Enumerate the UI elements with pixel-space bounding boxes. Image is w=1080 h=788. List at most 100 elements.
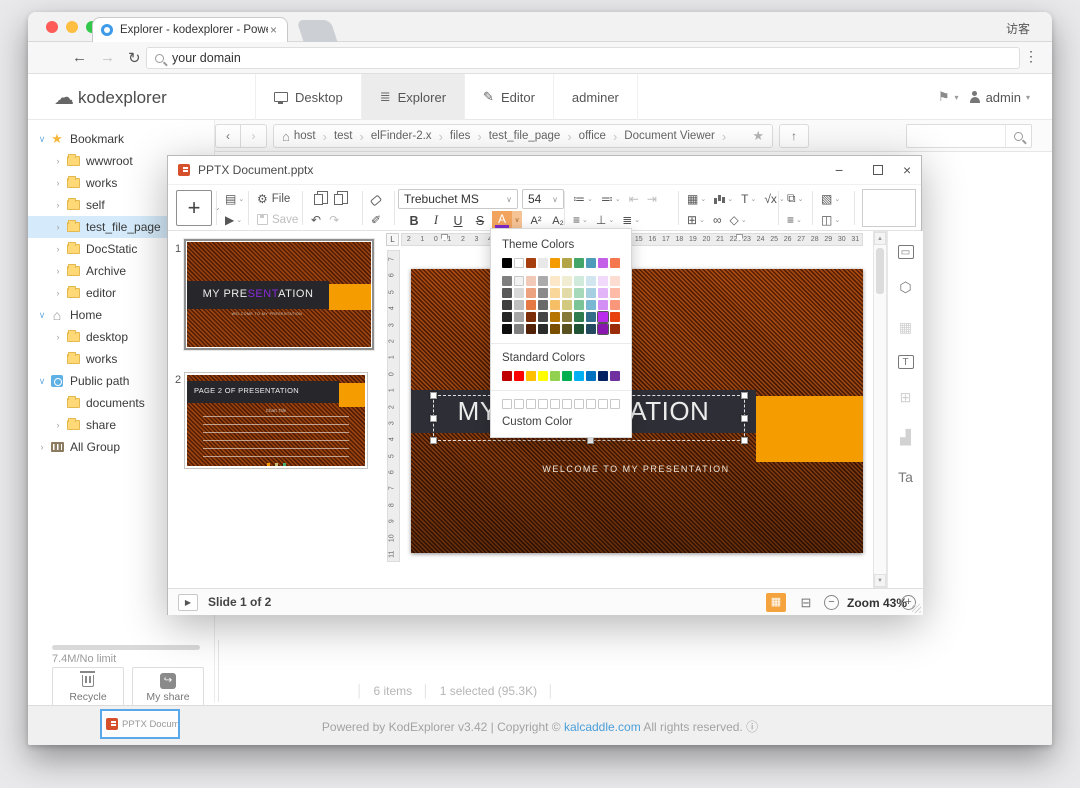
theme-variant-swatch[interactable]: [514, 288, 524, 298]
breadcrumb-segment[interactable]: elFinder-2.x: [371, 130, 432, 142]
theme-variant-swatch[interactable]: [586, 300, 596, 310]
slide-design-button[interactable]: ▧⌄: [818, 189, 843, 208]
theme-variant-swatch[interactable]: [538, 312, 548, 322]
standard-color-swatch[interactable]: [574, 371, 584, 381]
standard-color-swatch[interactable]: [502, 371, 512, 381]
theme-variant-swatch[interactable]: [502, 300, 512, 310]
theme-variant-swatch[interactable]: [610, 312, 620, 322]
go-up-button[interactable]: ↑: [779, 124, 809, 148]
italic-button[interactable]: I: [426, 211, 446, 230]
breadcrumb-segment[interactable]: office: [579, 130, 606, 142]
scrollbar-thumb[interactable]: [876, 248, 884, 294]
theme-color-swatch[interactable]: [562, 258, 572, 268]
tree-collapse-icon[interactable]: ›: [52, 156, 64, 166]
theme-color-swatch[interactable]: [586, 258, 596, 268]
standard-color-swatch[interactable]: [610, 371, 620, 381]
forward-icon[interactable]: →: [100, 49, 115, 66]
breadcrumb-segment[interactable]: test: [334, 130, 353, 142]
recent-color-swatch[interactable]: [550, 399, 560, 409]
breadcrumb-segment[interactable]: Document Viewer: [624, 130, 715, 142]
standard-color-swatch[interactable]: [514, 371, 524, 381]
theme-variant-swatch[interactable]: [538, 300, 548, 310]
recent-color-swatch[interactable]: [586, 399, 596, 409]
theme-variant-swatch[interactable]: [550, 276, 560, 286]
theme-variant-swatch[interactable]: [562, 276, 572, 286]
doc-maximize-button[interactable]: [873, 165, 883, 175]
numbered-list-button[interactable]: ≕⌄: [598, 189, 624, 208]
browser-tab[interactable]: Explorer - kodexplorer - Powe ×: [92, 17, 288, 42]
tree-collapse-icon[interactable]: ›: [36, 442, 48, 452]
canvas-scrollbar[interactable]: ▲ ▼: [873, 231, 887, 588]
theme-variant-swatch[interactable]: [586, 312, 596, 322]
standard-color-swatch[interactable]: [550, 371, 560, 381]
theme-variant-swatch[interactable]: [526, 276, 536, 286]
fit-page-button[interactable]: ⊟: [796, 593, 816, 612]
insert-slide-tool[interactable]: ▭: [898, 245, 914, 259]
theme-variant-swatch[interactable]: [514, 324, 524, 334]
theme-variant-swatch[interactable]: [526, 324, 536, 334]
theme-variant-swatch[interactable]: [562, 300, 572, 310]
theme-color-swatch[interactable]: [550, 258, 560, 268]
theme-variant-swatch[interactable]: [538, 276, 548, 286]
insert-image-button[interactable]: ▦⌄: [684, 189, 709, 208]
theme-variant-swatch[interactable]: [526, 288, 536, 298]
breadcrumb-segment[interactable]: host: [294, 130, 316, 142]
theme-variant-swatch[interactable]: [526, 300, 536, 310]
tree-collapse-icon[interactable]: ›: [52, 222, 64, 232]
slide-subtitle-text[interactable]: WELCOME TO MY PRESENTATION: [431, 464, 841, 474]
mac-close-button[interactable]: [46, 21, 58, 33]
tree-collapse-icon[interactable]: ›: [52, 266, 64, 276]
theme-variant-swatch[interactable]: [586, 288, 596, 298]
recent-color-swatch[interactable]: [526, 399, 536, 409]
theme-variant-swatch[interactable]: [610, 276, 620, 286]
sidebar-item-bookmark[interactable]: ∨★Bookmark: [28, 128, 214, 150]
nav-forward-button[interactable]: ›: [241, 124, 267, 148]
breadcrumb-segment[interactable]: files: [450, 130, 470, 142]
theme-color-swatch[interactable]: [514, 258, 524, 268]
font-size-select[interactable]: 54∨: [522, 189, 564, 209]
theme-variant-swatch[interactable]: [610, 288, 620, 298]
theme-variant-swatch[interactable]: [550, 288, 560, 298]
recent-color-swatch[interactable]: [574, 399, 584, 409]
nav-back-button[interactable]: ‹: [215, 124, 241, 148]
standard-color-swatch[interactable]: [526, 371, 536, 381]
standard-color-swatch[interactable]: [586, 371, 596, 381]
underline-button[interactable]: U: [448, 211, 468, 230]
theme-variant-swatch[interactable]: [550, 300, 560, 310]
theme-variant-swatch[interactable]: [610, 300, 620, 310]
recent-color-swatch[interactable]: [610, 399, 620, 409]
tree-expand-icon[interactable]: ∨: [36, 310, 48, 321]
language-flag-icon[interactable]: ⚑: [938, 89, 950, 105]
theme-variant-swatch[interactable]: [562, 324, 572, 334]
user-avatar-icon[interactable]: [969, 91, 981, 103]
nav-tab-editor[interactable]: ✎Editor: [465, 74, 554, 120]
nav-tab-adminer[interactable]: adminer: [554, 74, 638, 120]
theme-variant-swatch[interactable]: [562, 312, 572, 322]
theme-variant-swatch[interactable]: [598, 324, 608, 334]
recent-color-swatch[interactable]: [562, 399, 572, 409]
slide-thumbnail-2[interactable]: PAGE 2 OF PRESENTATION Chart Title: [184, 372, 368, 469]
kalcaddle-link[interactable]: kalcaddle.com: [564, 720, 641, 734]
new-tab-button[interactable]: [296, 20, 337, 42]
home-icon[interactable]: ⌂: [282, 129, 290, 144]
tree-collapse-icon[interactable]: ›: [52, 178, 64, 188]
theme-variant-swatch[interactable]: [586, 324, 596, 334]
theme-variant-swatch[interactable]: [502, 288, 512, 298]
tree-collapse-icon[interactable]: ›: [52, 332, 64, 342]
slide-canvas[interactable]: MY PRESENTATION WELCOME TO MY PRESENTATI…: [411, 269, 863, 553]
bookmark-star-icon[interactable]: ★: [748, 128, 764, 144]
doc-close-button[interactable]: ×: [903, 162, 911, 178]
font-family-select[interactable]: Trebuchet MS∨: [398, 189, 518, 209]
doc-minimize-button[interactable]: −: [835, 162, 843, 178]
tree-collapse-icon[interactable]: ›: [52, 288, 64, 298]
theme-variant-swatch[interactable]: [574, 288, 584, 298]
app-logo[interactable]: ☁ kodexplorer: [54, 85, 167, 110]
standard-color-swatch[interactable]: [562, 371, 572, 381]
theme-color-swatch[interactable]: [502, 258, 512, 268]
theme-variant-swatch[interactable]: [550, 324, 560, 334]
theme-variant-swatch[interactable]: [598, 300, 608, 310]
theme-color-swatch[interactable]: [610, 258, 620, 268]
theme-variant-swatch[interactable]: [538, 324, 548, 334]
theme-variant-swatch[interactable]: [502, 276, 512, 286]
strikethrough-button[interactable]: S: [470, 211, 490, 230]
